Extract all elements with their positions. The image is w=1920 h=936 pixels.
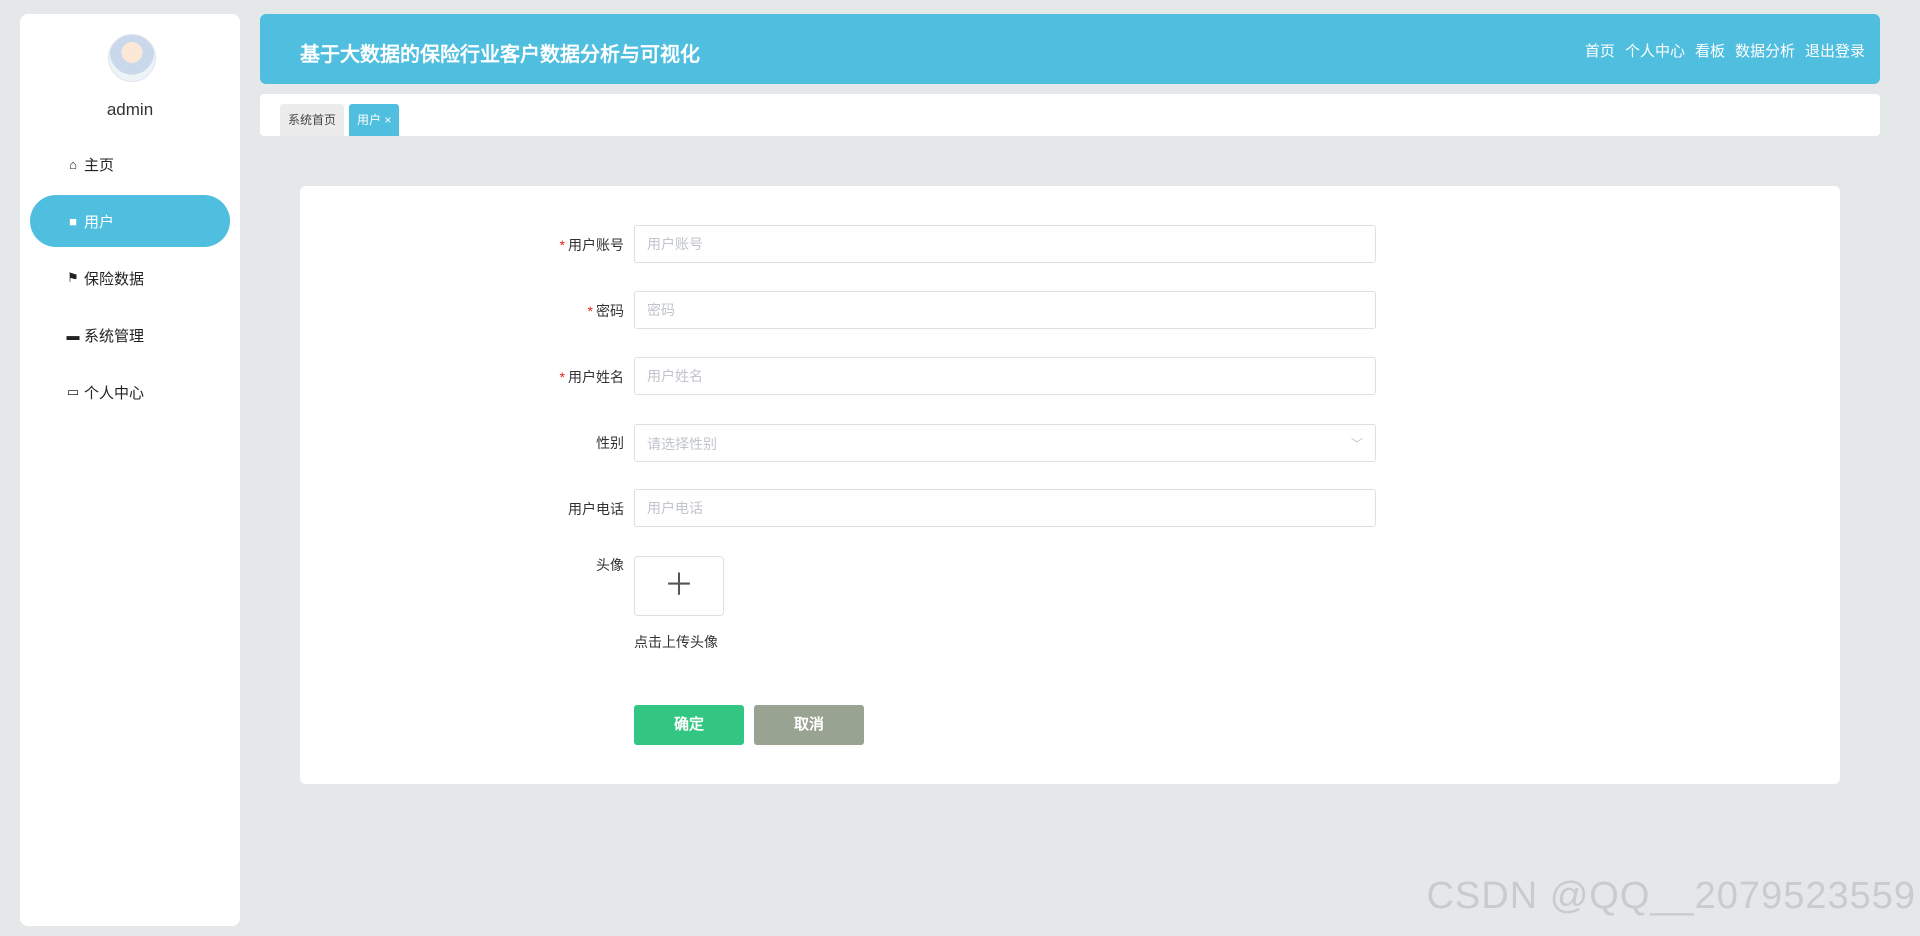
upload-hint: 点击上传头像 [634,634,718,650]
sidebar-item-label: 主页 [84,156,115,174]
sidebar-item-home[interactable]: ⌂ 主页 [30,138,230,190]
nav-link-logout[interactable]: 退出登录 [1805,40,1865,61]
sidebar: admin ⌂ 主页 ■ 用户 ⚑ 保险数据 ▬ 系统管理 ▭ 个人中心 [20,14,240,926]
card-icon: ▭ [66,384,80,399]
chat-icon: ▬ [66,327,80,343]
avatar-upload[interactable]: ＋ [634,556,724,616]
sidebar-item-insurance-data[interactable]: ⚑ 保险数据 [30,252,230,304]
form-row-account: * 用户账号 [300,225,1840,265]
sidebar-item-system-management[interactable]: ▬ 系统管理 [30,309,230,361]
avatar-label: 头像 [596,557,624,573]
gender-select[interactable]: 请选择性别 ﹀ [634,424,1376,462]
password-input[interactable] [634,291,1376,329]
nav-link-data-analysis[interactable]: 数据分析 [1735,40,1795,61]
watermark: CSDN @QQ__2079523559 [1426,875,1916,917]
phone-label: 用户电话 [568,501,624,517]
phone-input[interactable] [634,489,1376,527]
gender-select-placeholder: 请选择性别 [647,436,717,452]
chevron-down-icon: ﹀ [1350,437,1363,451]
form-row-name: * 用户姓名 [300,357,1840,397]
nav-link-home[interactable]: 首页 [1585,40,1615,61]
form-row-gender: 性别 请选择性别 ﹀ [300,423,1840,463]
form-row-avatar: 头像 [300,552,1840,592]
page-title: 基于大数据的保险行业客户数据分析与可视化 [300,44,700,66]
plus-icon: ＋ [664,569,694,602]
sidebar-item-user[interactable]: ■ 用户 [30,195,230,247]
required-mark: * [559,237,565,253]
account-label: * 用户账号 [559,237,624,253]
form-row-phone: 用户电话 [300,489,1840,529]
form-row-password: * 密码 [300,291,1840,331]
password-label: * 密码 [587,303,624,319]
tab-system-home[interactable]: 系统首页 [280,104,345,136]
form-card: *用户账号 *密码 *用户姓名 性别 请选择性别 ﹀ 用户电话 头像 ＋ 点击上… [300,186,1840,784]
confirm-button[interactable]: 确定 [634,705,744,745]
top-header: 基于大数据的保险行业客户数据分析与可视化 首页 个人中心 看板 数据分析 退出登… [260,14,1880,84]
required-mark: * [559,369,565,385]
tab-user[interactable]: 用户 × [349,104,400,136]
sidebar-item-label: 用户 [84,213,115,231]
sidebar-item-label: 系统管理 [84,327,145,345]
sidebar-item-personal-center[interactable]: ▭ 个人中心 [30,366,230,418]
cancel-button[interactable]: 取消 [754,705,864,745]
home-icon: ⌂ [69,156,77,172]
name-input[interactable] [634,357,1376,395]
username: admin [106,100,154,119]
gender-label: 性别 [596,435,624,451]
top-nav: 首页 个人中心 看板 数据分析 退出登录 [1585,40,1865,61]
flag-icon: ⚑ [67,270,79,285]
avatar[interactable] [108,34,156,82]
user-icon: ■ [69,213,77,229]
nav-link-dashboard[interactable]: 看板 [1695,40,1725,61]
tab-bar: 系统首页 用户 × [260,94,1880,136]
nav-link-personal-center[interactable]: 个人中心 [1625,40,1685,61]
name-label: * 用户姓名 [559,369,624,385]
sidebar-item-label: 保险数据 [84,270,145,288]
sidebar-item-label: 个人中心 [84,384,145,402]
required-mark: * [587,303,593,319]
account-input[interactable] [634,225,1376,263]
sidebar-nav: ⌂ 主页 ■ 用户 ⚑ 保险数据 ▬ 系统管理 ▭ 个人中心 [30,138,230,423]
